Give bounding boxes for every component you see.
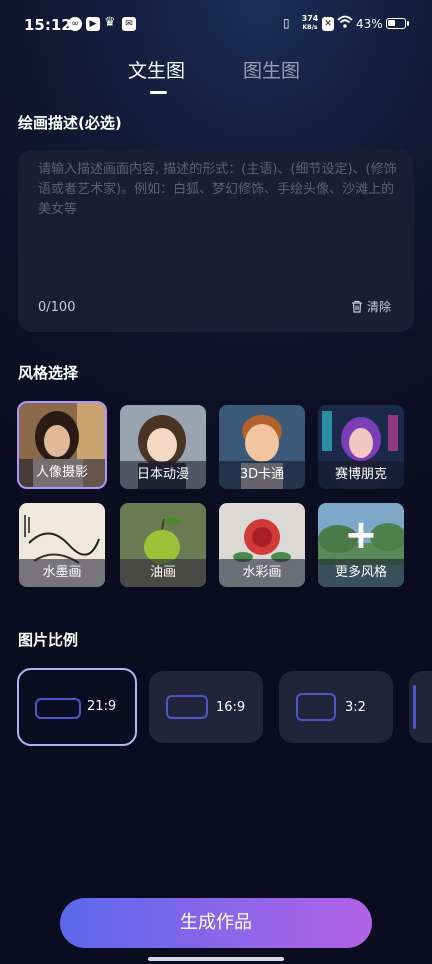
style-tile-3d-cartoon[interactable]: 3D卡通 xyxy=(219,405,305,489)
battery-cap xyxy=(407,21,409,26)
style-section-title: 风格选择 xyxy=(18,364,79,382)
crown-icon: ♛ xyxy=(104,15,116,30)
ratio-16-9-icon xyxy=(166,695,208,719)
prompt-placeholder[interactable]: 请输入描述画面内容, 描述的形式：(主语)、(细节设定)、(修饰语或者艺术家)。… xyxy=(38,160,406,220)
app-notification-icon: ∞ xyxy=(68,17,82,31)
style-label: 日本动漫 xyxy=(120,461,206,489)
network-speed: 374 KB/s xyxy=(299,14,321,32)
home-indicator[interactable] xyxy=(148,957,284,961)
style-label: 油画 xyxy=(120,559,206,587)
ratio-3-2-icon xyxy=(296,693,336,721)
generate-button[interactable]: 生成作品 xyxy=(60,898,372,948)
prompt-char-counter: 0/100 xyxy=(38,300,76,315)
style-label: 更多风格 xyxy=(318,559,404,587)
battery-level xyxy=(388,20,395,26)
status-time: 15:12 xyxy=(24,16,72,34)
ratio-more-icon xyxy=(413,685,416,729)
network-speed-unit: KB/s xyxy=(302,24,318,31)
vibrate-icon: ▯ xyxy=(283,16,290,30)
style-label: 人像摄影 xyxy=(19,459,105,487)
tab-image-to-image[interactable]: 图生图 xyxy=(243,56,300,83)
style-tile-anime[interactable]: 日本动漫 xyxy=(120,405,206,489)
clear-label: 清除 xyxy=(367,300,392,314)
tab-text-to-image[interactable]: 文生图 xyxy=(128,56,185,83)
battery-percent: 43% xyxy=(356,17,383,31)
plus-icon: + xyxy=(344,512,378,558)
active-tab-indicator xyxy=(150,91,167,94)
ratio-option-more[interactable] xyxy=(409,671,432,743)
style-label: 赛博朋克 xyxy=(318,461,404,489)
style-label: 水墨画 xyxy=(19,559,105,587)
style-tile-watercolor[interactable]: 水彩画 xyxy=(219,503,305,587)
trash-icon xyxy=(352,300,362,313)
style-tile-more-styles[interactable]: + 更多风格 xyxy=(318,503,404,587)
style-tile-portrait-photo[interactable]: 人像摄影 xyxy=(17,401,107,489)
style-tile-cyberpunk[interactable]: 赛博朋克 xyxy=(318,405,404,489)
clear-button[interactable]: 清除 xyxy=(351,298,391,315)
prompt-input-box[interactable]: 请输入描述画面内容, 描述的形式：(主语)、(细节设定)、(修饰语或者艺术家)。… xyxy=(18,150,414,332)
ratio-label: 3:2 xyxy=(345,700,366,715)
ratio-option-3-2[interactable]: 3:2 xyxy=(279,671,393,743)
wifi-icon xyxy=(337,14,353,34)
style-tile-ink-wash[interactable]: 水墨画 xyxy=(19,503,105,587)
style-label: 3D卡通 xyxy=(219,461,305,489)
mail-notification-icon: ✉ xyxy=(122,17,136,31)
ratio-option-16-9[interactable]: 16:9 xyxy=(149,671,263,743)
ratio-option-21-9[interactable]: 21:9 xyxy=(17,668,137,746)
ratio-label: 16:9 xyxy=(216,700,246,715)
style-label: 水彩画 xyxy=(219,559,305,587)
ratio-section-title: 图片比例 xyxy=(18,631,79,649)
prompt-section-title: 绘画描述(必选) xyxy=(18,114,122,132)
video-notification-icon: ▶ xyxy=(86,17,100,31)
ratio-21-9-icon xyxy=(35,698,81,719)
network-speed-value: 374 xyxy=(301,14,319,23)
sim-off-icon: ✕ xyxy=(322,17,334,31)
ratio-label: 21:9 xyxy=(87,699,117,714)
status-bar: 15:12 ∞ ▶ ♛ ✉ ▯ 374 KB/s ✕ 43% xyxy=(0,0,432,50)
style-tile-oil-painting[interactable]: 油画 xyxy=(120,503,206,587)
